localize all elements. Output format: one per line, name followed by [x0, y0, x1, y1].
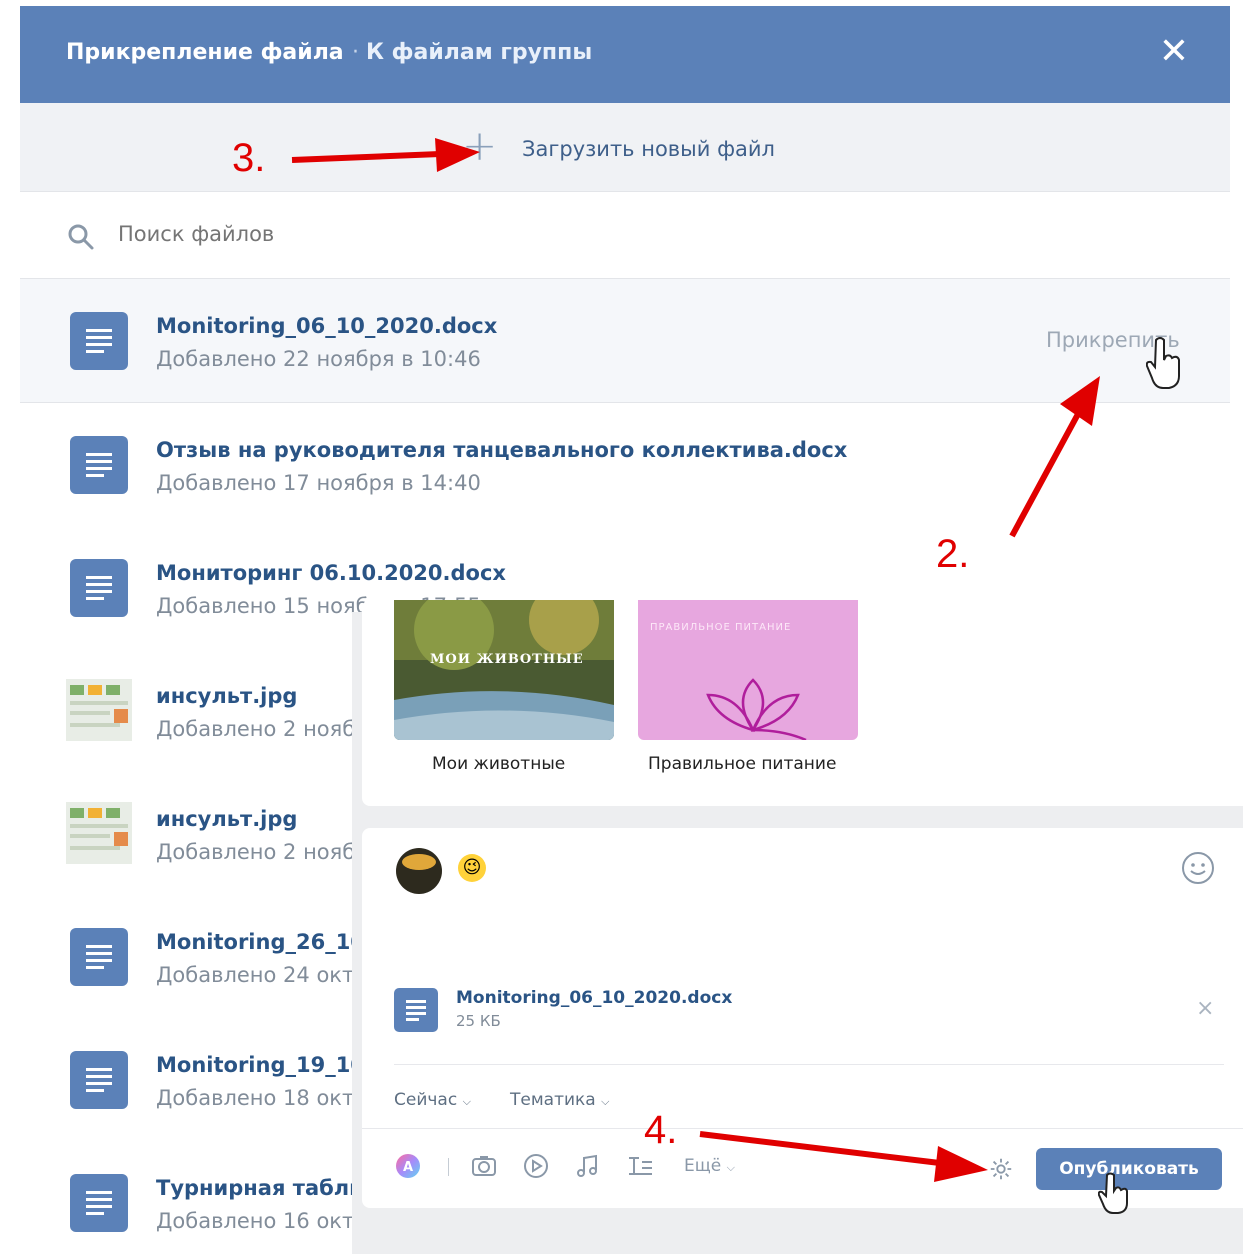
file-date: Добавлено 24 окт [156, 963, 355, 987]
cards-panel: МОИ ЖИВОТНЫЕ ПРАВИЛЬНОЕ ПИТАНИЕ Мои живо… [362, 600, 1243, 806]
svg-text:A: A [403, 1160, 413, 1175]
flower-icon [706, 678, 807, 740]
smiley-icon[interactable] [1180, 850, 1216, 886]
upload-new-file-button[interactable]: + Загрузить новый файл [20, 103, 1230, 192]
file-date: Добавлено 2 нояб [156, 840, 356, 864]
search-bar [20, 192, 1230, 279]
card-animals-label[interactable]: Мои животные [432, 754, 565, 774]
camera-icon[interactable] [470, 1152, 498, 1180]
attachment-name[interactable]: Monitoring_06_10_2020.docx [456, 988, 732, 1008]
brush-icon[interactable]: A [394, 1152, 422, 1180]
file-name[interactable]: Monitoring_26_10_ [156, 930, 375, 954]
music-icon[interactable] [574, 1152, 602, 1180]
search-files-input[interactable] [118, 222, 718, 246]
modal-header: Прикрепление файла · К файлам группы ✕ [20, 6, 1230, 103]
card-nutrition-label[interactable]: Правильное питание [648, 754, 836, 774]
annotation-step-4: 4. [644, 1108, 678, 1152]
winking-face-emoji: 😉 [458, 854, 486, 882]
file-date: Добавлено 17 ноября в 14:40 [156, 471, 481, 495]
remove-attachment-icon[interactable]: × [1196, 996, 1214, 1021]
arrow-icon [291, 138, 480, 172]
chevron-down-icon: ⌵ [462, 1095, 471, 1108]
document-icon [70, 312, 128, 370]
file-name[interactable]: Monitoring_06_10_2020.docx [156, 314, 497, 338]
file-name[interactable]: Отзыв на руководителя танцевального колл… [156, 438, 847, 462]
text-icon[interactable] [626, 1152, 654, 1180]
title-separator: · [352, 40, 359, 65]
upload-new-file-label[interactable]: Загрузить новый файл [522, 137, 775, 161]
file-name[interactable]: инсульт.jpg [156, 807, 297, 831]
image-thumbnail-icon [66, 679, 132, 741]
video-icon[interactable] [522, 1152, 550, 1180]
file-name[interactable]: Турнирная таблиц [156, 1176, 379, 1200]
image-thumbnail-icon [66, 802, 132, 864]
document-icon [70, 1174, 128, 1232]
modal-title: Прикрепление файла [66, 40, 344, 65]
attachment-size: 25 КБ [456, 1012, 501, 1030]
document-icon [70, 559, 128, 617]
card-nutrition-image[interactable]: ПРАВИЛЬНОЕ ПИТАНИЕ [638, 600, 858, 740]
file-name[interactable]: Мониторинг 06.10.2020.docx [156, 561, 506, 585]
annotation-step-3: 3. [232, 136, 266, 180]
topic-label: Тематика [510, 1090, 596, 1110]
arrow-icon [1009, 376, 1100, 538]
group-files-link[interactable]: К файлам группы [366, 40, 592, 65]
file-name[interactable]: инсульт.jpg [156, 684, 297, 708]
document-icon [70, 1051, 128, 1109]
close-icon[interactable]: ✕ [1156, 32, 1192, 72]
document-icon [394, 988, 438, 1032]
card-animals-image[interactable]: МОИ ЖИВОТНЫЕ [394, 600, 614, 740]
file-date: Добавлено 18 окт [156, 1086, 355, 1110]
divider [394, 1064, 1224, 1065]
avatar[interactable] [396, 848, 442, 894]
hand-cursor-icon [1146, 337, 1180, 389]
card-nutrition-title: ПРАВИЛЬНОЕ ПИТАНИЕ [650, 622, 792, 633]
document-icon [70, 928, 128, 986]
file-date: Добавлено 22 ноября в 10:46 [156, 347, 481, 371]
file-date: Добавлено 16 окт [156, 1209, 355, 1233]
schedule-dropdown[interactable]: Сейчас ⌵ [394, 1090, 471, 1110]
search-icon [68, 224, 94, 250]
card-animals-title: МОИ ЖИВОТНЫЕ [430, 652, 584, 667]
file-date: Добавлено 2 нояб [156, 717, 356, 741]
arrow-icon [699, 1131, 988, 1182]
toolbar-separator [448, 1158, 449, 1176]
schedule-label: Сейчас [394, 1090, 458, 1110]
topic-dropdown[interactable]: Тематика ⌵ [510, 1090, 609, 1110]
chevron-down-icon: ⌵ [601, 1095, 610, 1108]
annotation-step-2: 2. [936, 532, 970, 576]
hand-cursor-icon [1098, 1172, 1128, 1214]
document-icon [70, 436, 128, 494]
file-name[interactable]: Monitoring_19_10_ [156, 1053, 375, 1077]
